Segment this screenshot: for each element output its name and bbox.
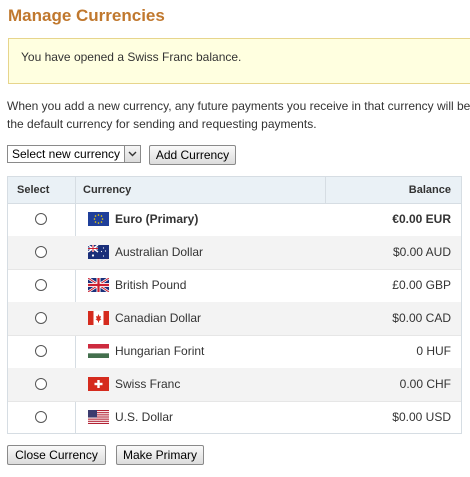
select-radio-chf[interactable] [35,378,47,390]
currency-balance: $0.00 USD [392,410,451,424]
select-value: Select new currency [12,147,121,161]
notice-banner: You have opened a Swiss Franc balance. [8,38,470,84]
close-currency-button[interactable]: Close Currency [7,445,106,465]
select-radio-usd[interactable] [35,411,47,423]
table-row: Hungarian Forint 0 HUF [8,335,461,369]
currency-name: Hungarian Forint [115,344,205,358]
usa-flag-icon [88,410,109,424]
table-row: U.S. Dollar $0.00 USD [8,401,461,434]
currency-balance: 0.00 CHF [399,377,451,391]
currency-balance: 0 HUF [416,344,451,358]
add-currency-button[interactable]: Add Currency [149,145,236,165]
page-title: Manage Currencies [8,6,165,25]
currency-name: U.S. Dollar [115,410,174,424]
currency-name: British Pound [115,278,187,292]
table-row: Euro (Primary) €0.00 EUR [8,203,461,237]
australia-flag-icon [88,245,109,259]
select-radio-eur[interactable] [35,213,47,225]
notice-text: You have opened a Swiss Franc balance. [21,50,242,64]
hungary-flag-icon [88,344,109,358]
table-row: Canadian Dollar $0.00 CAD [8,302,461,336]
eu-flag-icon [88,212,109,226]
chevron-down-icon[interactable] [124,146,140,162]
currency-name: Australian Dollar [115,245,204,259]
table-row: Australian Dollar $0.00 AUD [8,236,461,270]
currency-name: Canadian Dollar [115,311,202,325]
table-row: Swiss Franc 0.00 CHF [8,368,461,402]
currency-balance: €0.00 EUR [392,212,451,226]
new-currency-select[interactable]: Select new currency [7,145,141,163]
header-select: Select [17,184,50,196]
currency-balance: $0.00 CAD [392,311,451,325]
select-radio-gbp[interactable] [35,279,47,291]
currency-balance: £0.00 GBP [392,278,451,292]
select-radio-huf[interactable] [35,345,47,357]
make-primary-button[interactable]: Make Primary [116,445,204,465]
header-currency: Currency [83,184,132,196]
uk-flag-icon [88,278,109,292]
currency-name: Euro (Primary) [115,212,199,226]
switzerland-flag-icon [88,377,109,391]
select-radio-aud[interactable] [35,246,47,258]
intro-line-1: When you add a new currency, any future … [7,99,470,113]
currency-table: Select Currency Balance Euro (Primary) €… [7,176,462,434]
table-row: British Pound £0.00 GBP [8,269,461,303]
header-balance: Balance [408,184,451,196]
intro-text: When you add a new currency, any future … [7,97,470,133]
intro-line-2: the default currency for sending and req… [7,117,317,131]
currency-balance: $0.00 AUD [392,245,451,259]
canada-flag-icon [88,311,109,325]
select-radio-cad[interactable] [35,312,47,324]
currency-name: Swiss Franc [115,377,181,391]
